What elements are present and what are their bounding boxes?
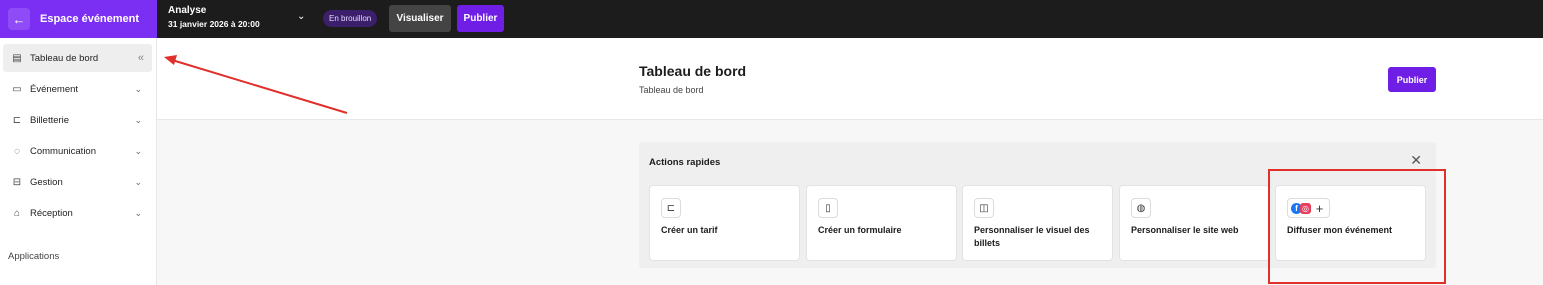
chevron-down-icon: ⌄	[134, 176, 142, 187]
sidebar-item-communication[interactable]: ◌ Communication ⌄	[3, 137, 152, 165]
quick-action-card-site-web[interactable]: ◍ Personnaliser le site web	[1119, 185, 1270, 261]
publier-button[interactable]: Publier	[1388, 67, 1436, 92]
sidebar-item-label: Gestion	[30, 176, 63, 188]
card-label: Créer un tarif	[661, 225, 718, 235]
card-label: Créer un formulaire	[818, 225, 902, 235]
visualiser-button[interactable]: Visualiser	[389, 5, 451, 32]
chevron-down-icon[interactable]: ⌄	[297, 11, 305, 22]
espace-evenement-button[interactable]: ← Espace événement	[0, 0, 157, 38]
sidebar-item-evenement[interactable]: ▭ Événement ⌄	[3, 75, 152, 103]
chevron-down-icon: ⌄	[134, 114, 142, 125]
globe-icon: ◍	[1131, 198, 1151, 218]
breadcrumb: Tableau de bord	[639, 85, 704, 95]
ticket-icon: ⊏	[661, 198, 681, 218]
chevron-down-icon: ⌄	[134, 207, 142, 218]
inbox-icon: ⊟	[12, 176, 22, 188]
quick-actions-title: Actions rapides	[649, 157, 721, 168]
applications-section-label: Applications	[8, 251, 60, 262]
chat-bubble-icon: ◌	[14, 145, 20, 157]
chevron-down-icon: ⌄	[134, 145, 142, 156]
sidebar-item-billetterie[interactable]: ⊏ Billetterie ⌄	[3, 106, 152, 134]
event-name: Analyse	[168, 5, 207, 16]
page-header: Tableau de bord Tableau de bord Publier	[157, 38, 1543, 120]
close-icon[interactable]: ✕	[1410, 152, 1422, 169]
arrow-left-icon[interactable]: ←	[8, 8, 30, 30]
card-label: Personnaliser le site web	[1131, 225, 1239, 235]
sidebar-item-reception[interactable]: ⌂ Réception ⌄	[3, 199, 152, 227]
sidebar-item-label: Communication	[30, 145, 96, 157]
sidebar-item-label: Tableau de bord	[30, 52, 99, 64]
annotation-highlight-box	[1268, 169, 1446, 284]
status-badge: En brouillon	[323, 10, 378, 27]
dashboard-icon: ▤	[12, 52, 22, 64]
sidebar-item-gestion[interactable]: ⊟ Gestion ⌄	[3, 168, 152, 196]
chevron-down-icon: ⌄	[134, 83, 142, 94]
id-card-icon: ▭	[12, 83, 22, 95]
badge-icon: ◫	[974, 198, 994, 218]
quick-action-card-visuel-billets[interactable]: ◫ Personnaliser le visuel des billets	[962, 185, 1113, 261]
event-date: 31 janvier 2026 à 20:00	[168, 19, 260, 29]
collapse-sidebar-icon[interactable]: «	[138, 52, 144, 64]
quick-action-card-creer-formulaire[interactable]: ▯ Créer un formulaire	[806, 185, 957, 261]
store-icon: ⌂	[13, 207, 21, 219]
sidebar-item-tableau-de-bord[interactable]: ▤ Tableau de bord «	[3, 44, 152, 72]
ticket-icon: ⊏	[12, 114, 22, 126]
sidebar-item-label: Événement	[30, 83, 79, 95]
sidebar: ▤ Tableau de bord « ▭ Événement ⌄ ⊏ Bill…	[0, 38, 157, 285]
card-label: Personnaliser le visuel des billets	[974, 225, 1090, 248]
top-bar: ← Espace événement Analyse 31 janvier 20…	[0, 0, 1543, 38]
sidebar-item-label: Billetterie	[30, 114, 70, 126]
sidebar-item-label: Réception	[30, 207, 73, 219]
page-title: Tableau de bord	[639, 63, 747, 79]
clipboard-icon: ▯	[818, 198, 838, 218]
espace-label: Espace événement	[40, 13, 140, 25]
publier-button-top[interactable]: Publier	[457, 5, 504, 32]
event-selector[interactable]: Analyse 31 janvier 2026 à 20:00	[168, 5, 260, 31]
quick-action-card-creer-tarif[interactable]: ⊏ Créer un tarif	[649, 185, 800, 261]
